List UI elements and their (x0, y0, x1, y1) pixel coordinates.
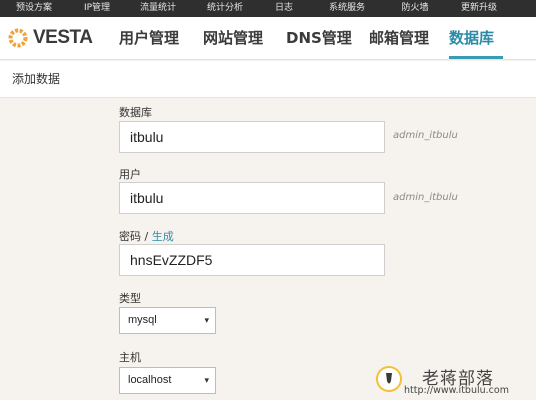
topbar-item-services[interactable]: 系统服务 (308, 0, 386, 17)
host-select[interactable]: localhost ▾ (119, 367, 216, 394)
nav-web[interactable]: 网站管理 (203, 17, 263, 59)
topbar-item-logs[interactable]: 日志 (260, 0, 308, 17)
password-input[interactable]: hnsEvZZDF5 (119, 244, 385, 276)
main-nav: VESTA 用户管理 网站管理 DNS管理 邮箱管理 数据库 (0, 17, 536, 60)
host-select-value: localhost (128, 374, 172, 386)
topbar-item-updates[interactable]: 更新升级 (444, 0, 514, 17)
topbar-item-stats[interactable]: 统计分析 (190, 0, 260, 17)
type-select-value: mysql (128, 314, 157, 326)
password-label-row: 密码 / 生成 (119, 228, 174, 244)
nav-dns[interactable]: DNS管理 (286, 17, 352, 59)
nav-users[interactable]: 用户管理 (119, 17, 179, 59)
chevron-down-icon: ▾ (204, 375, 209, 385)
type-label: 类型 (119, 292, 141, 305)
page-title: 添加数据 (12, 72, 61, 86)
logo-text: VESTA (33, 27, 93, 48)
logo[interactable]: VESTA (7, 26, 93, 50)
password-label: 密码 (119, 230, 141, 243)
watermark: 老蒋部落 http://www.itbulu.com (374, 362, 534, 400)
user-input[interactable]: itbulu (119, 182, 385, 214)
topbar-item-ip[interactable]: IP管理 (68, 0, 126, 17)
user-label: 用户 (119, 168, 141, 181)
chevron-down-icon: ▾ (204, 315, 209, 325)
database-prefix-hint: admin_itbulu (393, 130, 458, 141)
vesta-logo-icon (8, 28, 28, 48)
watermark-badge-icon (376, 366, 402, 392)
host-label: 主机 (119, 351, 141, 364)
topbar-item-firewall[interactable]: 防火墙 (386, 0, 444, 17)
type-select[interactable]: mysql ▾ (119, 307, 216, 334)
watermark-url: http://www.itbulu.com (404, 385, 509, 396)
generate-password-link[interactable]: 生成 (152, 230, 174, 243)
topbar-item-presets[interactable]: 预设方案 (0, 0, 68, 17)
user-prefix-hint: admin_itbulu (393, 192, 458, 203)
topbar-item-traffic[interactable]: 流量统计 (126, 0, 190, 17)
database-label: 数据库 (119, 106, 152, 119)
password-separator: / (141, 230, 152, 243)
database-input[interactable]: itbulu (119, 121, 385, 153)
nav-mail[interactable]: 邮箱管理 (369, 17, 429, 59)
sub-header: 添加数据 (0, 61, 536, 98)
top-menu-bar: 预设方案 IP管理 流量统计 统计分析 日志 系统服务 防火墙 更新升级 (0, 0, 536, 17)
nav-database[interactable]: 数据库 (449, 17, 503, 59)
